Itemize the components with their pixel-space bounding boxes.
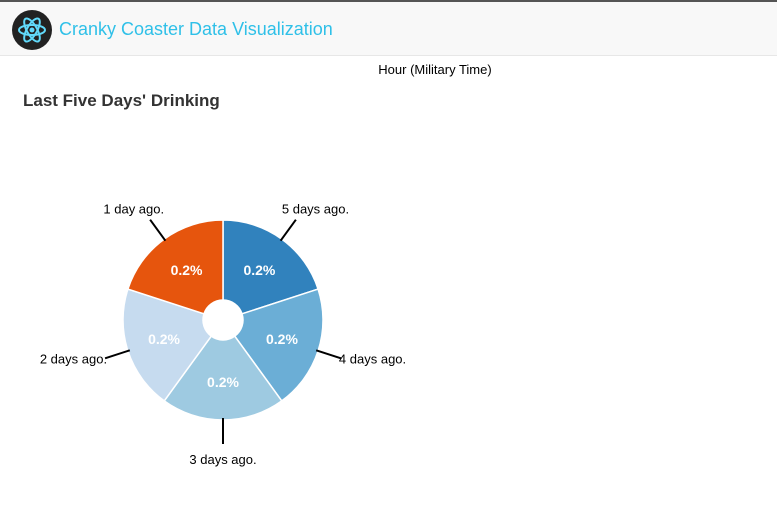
callout-line (279, 219, 297, 242)
callout-line (104, 349, 131, 360)
slice-category-label: 2 days ago. (40, 351, 107, 366)
slice-category-label: 4 days ago. (339, 351, 406, 366)
slice-category-label: 5 days ago. (282, 202, 349, 217)
slice-value-label: 0.2% (266, 331, 298, 347)
callout-line (315, 349, 342, 360)
slice-value-label: 0.2% (171, 262, 203, 278)
pie-chart: 0.2% 5 days ago. 0.2% 4 days ago. 0.2% 3 days… (40, 202, 406, 467)
callout-line (149, 219, 167, 242)
slice-value-label: 0.2% (243, 262, 275, 278)
slice-value-label: 0.2% (148, 331, 180, 347)
slice-category-label: 1 day ago. (103, 202, 164, 217)
slice-value-label: 0.2% (207, 374, 239, 390)
slice-category-label: 3 days ago. (189, 452, 256, 467)
